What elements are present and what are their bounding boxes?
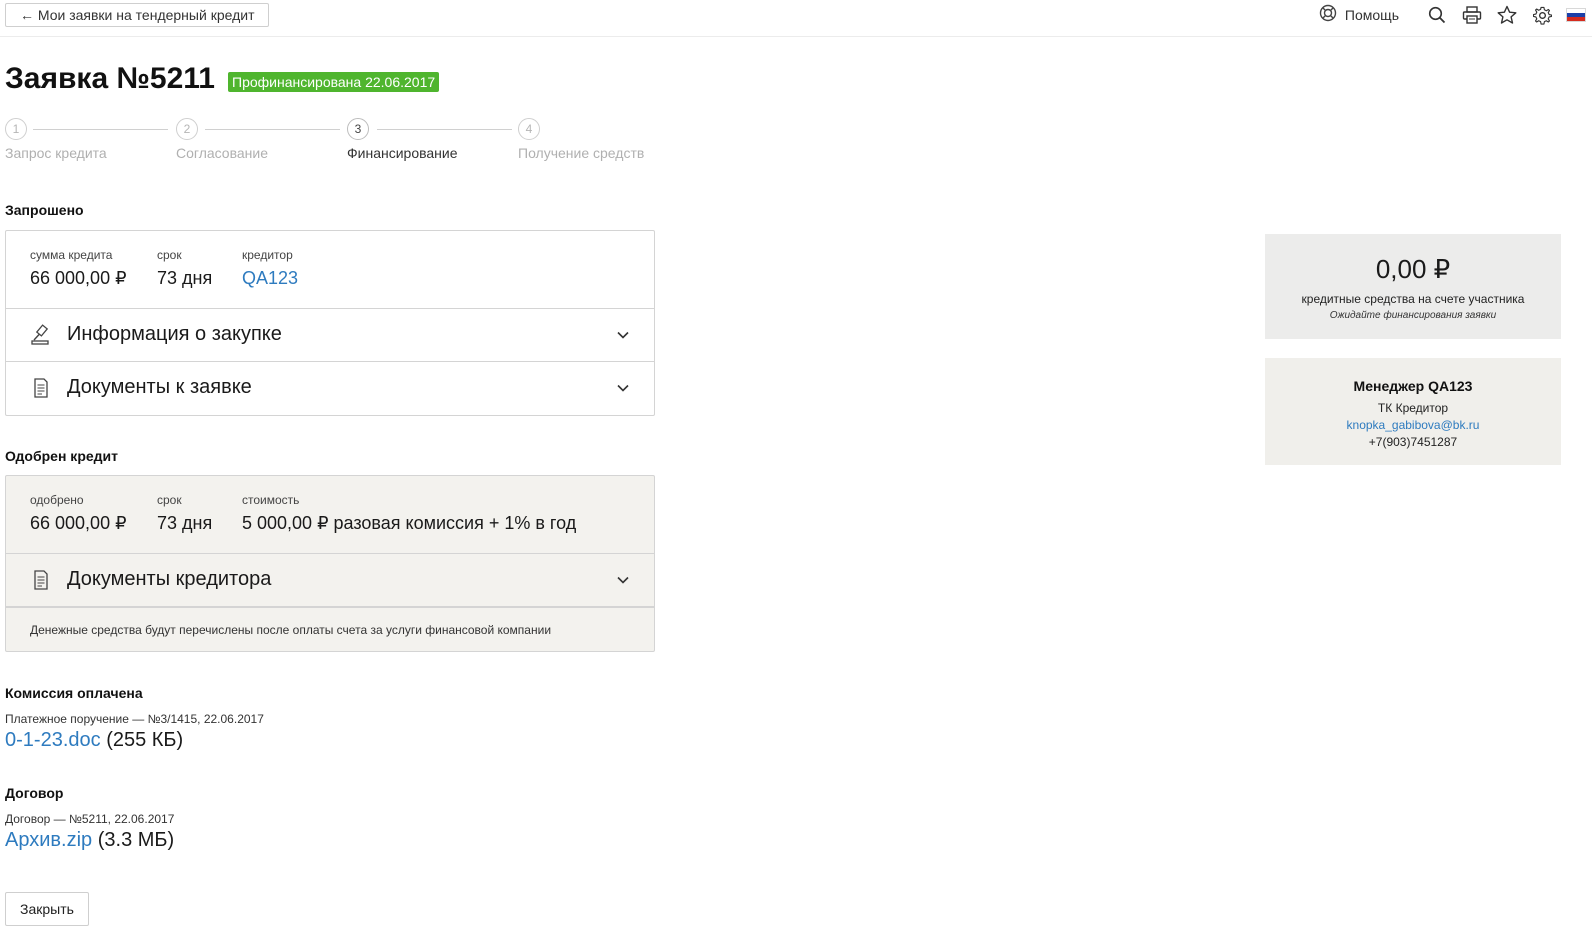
- funding-note: Денежные средства будут перечислены посл…: [6, 607, 654, 651]
- chevron-down-icon: [616, 381, 630, 395]
- russian-flag-icon[interactable]: [1566, 8, 1586, 22]
- purchase-info-title: Информация о закупке: [67, 323, 282, 345]
- cost-field: стоимость 5 000,00 ₽ разовая комиссия + …: [242, 493, 576, 534]
- contract-file-link[interactable]: Архив.zip: [5, 829, 92, 851]
- page-title: Заявка №5211: [5, 62, 215, 95]
- balance-panel: 0,00 ₽ кредитные средства на счете участ…: [1265, 234, 1561, 339]
- approved-term-value: 73 дня: [157, 513, 213, 533]
- commission-file-link[interactable]: 0-1-23.doc: [5, 729, 101, 751]
- purchase-info-accordion[interactable]: Информация о закупке: [6, 309, 654, 362]
- approved-term-field: срок 73 дня: [157, 493, 212, 534]
- chevron-down-icon: [616, 573, 630, 587]
- chevron-down-icon: [616, 328, 630, 342]
- gear-icon[interactable]: [1531, 4, 1553, 26]
- search-icon[interactable]: [1426, 4, 1448, 26]
- credit-amount-label: сумма кредита: [30, 248, 113, 262]
- star-icon[interactable]: [1496, 4, 1518, 26]
- cost-value: 5 000,00 ₽ разовая комиссия + 1% в год: [242, 513, 577, 533]
- step-connector: [33, 129, 168, 130]
- step-3-circle: 3: [347, 118, 369, 140]
- contract-info-text: Договор — №5211, 22.06.2017: [5, 812, 175, 826]
- help-link[interactable]: Помощь: [1319, 4, 1399, 27]
- top-toolbar: Помощь: [1319, 4, 1586, 26]
- balance-waiting-text: Ожидайте финансирования заявки: [1329, 310, 1497, 321]
- application-documents-title: Документы к заявке: [67, 376, 252, 398]
- creditor-label: кредитор: [242, 248, 293, 262]
- creditor-link[interactable]: QA123: [242, 268, 298, 289]
- creditor-documents-title: Документы кредитора: [67, 568, 272, 590]
- credit-amount-field: сумма кредита 66 000,00 ₽: [30, 248, 127, 289]
- approved-summary: одобрено 66 000,00 ₽ срок 73 дня стоимос…: [6, 476, 654, 554]
- status-badge: Профинансирована 22.06.2017: [228, 72, 440, 92]
- printer-icon[interactable]: [1461, 4, 1483, 26]
- close-button[interactable]: Закрыть: [5, 892, 89, 926]
- requested-summary: сумма кредита 66 000,00 ₽ срок 73 дня кр…: [6, 231, 654, 309]
- manager-title: Менеджер QA123: [1353, 378, 1473, 394]
- gavel-icon: [30, 324, 52, 346]
- balance-description: кредитные средства на счете участника: [1301, 292, 1525, 306]
- contract-file: Архив.zip (3.3 МБ): [5, 829, 174, 852]
- back-to-applications-button[interactable]: ← Мои заявки на тендерный кредит: [5, 3, 270, 27]
- approved-amount-field: одобрено 66 000,00 ₽: [30, 493, 127, 534]
- step-1-circle: 1: [5, 118, 27, 140]
- step-2-circle: 2: [176, 118, 198, 140]
- commission-heading: Комиссия оплачена: [5, 685, 143, 701]
- step-3-label: Финансирование: [347, 145, 458, 161]
- top-bar: ← Мои заявки на тендерный кредит Помощь: [0, 0, 1592, 37]
- approved-heading: Одобрен кредит: [5, 448, 119, 464]
- step-connector: [205, 129, 340, 130]
- commission-file-size: (255 КБ): [106, 729, 184, 751]
- creditor-field: кредитор QA123: [242, 248, 298, 289]
- step-1-label: Запрос кредита: [5, 145, 107, 161]
- step-4-label: Получение средств: [518, 145, 645, 161]
- help-label: Помощь: [1344, 7, 1399, 23]
- application-documents-accordion[interactable]: Документы к заявке: [6, 362, 654, 415]
- approved-amount-value: 66 000,00 ₽: [30, 513, 127, 533]
- manager-email-link[interactable]: knopka_gabibova@bk.ru: [1265, 418, 1561, 432]
- lifebuoy-icon: [1319, 4, 1337, 27]
- cost-label: стоимость: [242, 493, 300, 507]
- term-label: срок: [157, 248, 182, 262]
- requested-heading: Запрошено: [5, 202, 84, 218]
- step-4-circle: 4: [518, 118, 540, 140]
- contract-heading: Договор: [5, 785, 64, 801]
- manager-phone: +7(903)7451287: [1368, 435, 1458, 449]
- approved-term-label: срок: [157, 493, 182, 507]
- commission-file: 0-1-23.doc (255 КБ): [5, 729, 183, 752]
- term-field: срок 73 дня: [157, 248, 212, 289]
- payment-order-text: Платежное поручение — №3/1415, 22.06.201…: [5, 712, 264, 726]
- funding-note-text: Денежные средства будут перечислены посл…: [30, 623, 552, 637]
- document-icon: [30, 569, 52, 591]
- credit-amount-value: 66 000,00 ₽: [30, 268, 127, 288]
- manager-panel: Менеджер QA123 ТК Кредитор knopka_gabibo…: [1265, 358, 1561, 465]
- requested-card: сумма кредита 66 000,00 ₽ срок 73 дня кр…: [5, 230, 655, 416]
- manager-company: ТК Кредитор: [1377, 401, 1449, 415]
- document-icon: [30, 377, 52, 399]
- step-2-label: Согласование: [176, 145, 268, 161]
- creditor-documents-accordion[interactable]: Документы кредитора: [6, 554, 654, 607]
- contract-file-size: (3.3 МБ): [97, 829, 175, 851]
- term-value: 73 дня: [157, 268, 213, 288]
- balance-amount: 0,00 ₽: [1375, 254, 1451, 284]
- approved-amount-label: одобрено: [30, 493, 84, 507]
- step-connector: [377, 129, 512, 130]
- approved-card: одобрено 66 000,00 ₽ срок 73 дня стоимос…: [5, 475, 655, 652]
